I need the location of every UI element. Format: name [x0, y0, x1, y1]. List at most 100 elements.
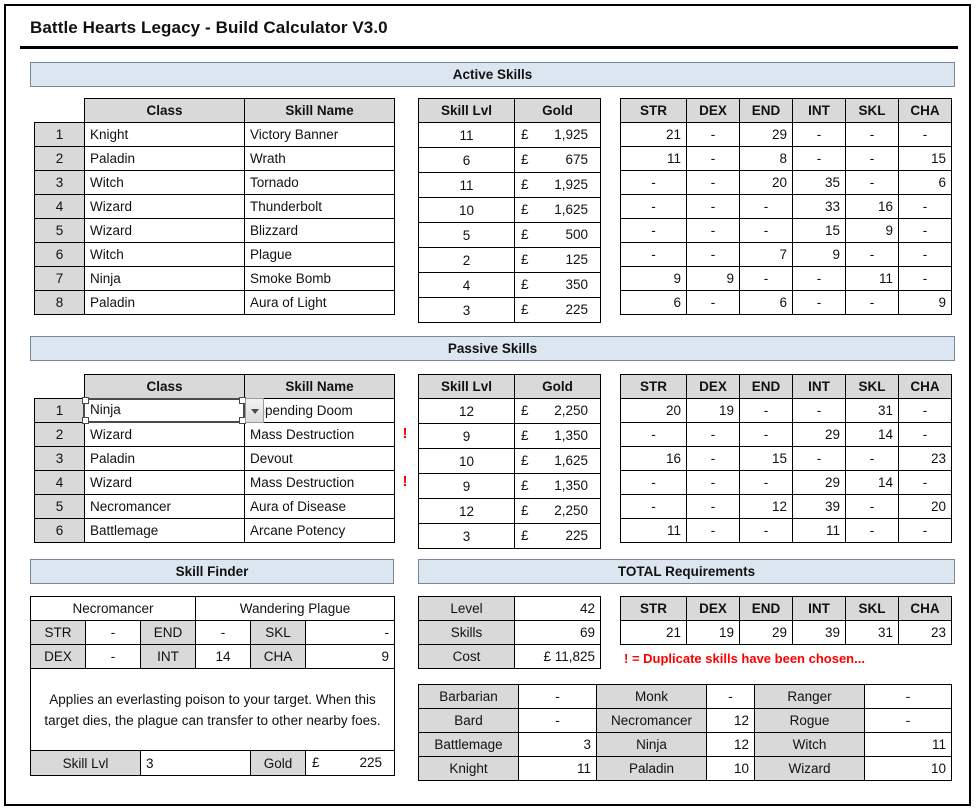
cell-stat-str: 16	[620, 446, 687, 471]
cell-stat-int: 9	[792, 242, 846, 267]
class-total-ranger: -	[864, 684, 952, 709]
total-value: £ 11,825	[514, 644, 601, 669]
table-row: 2 Paladin Wrath	[34, 146, 395, 171]
gold-amount: 350	[565, 277, 588, 292]
table-row: 6 Battlemage Arcane Potency	[34, 518, 395, 543]
cell-stat-skl: -	[845, 170, 899, 195]
gold-amount: 1,625	[554, 202, 588, 217]
cell-skill-name[interactable]: Impending Doom	[244, 398, 395, 423]
cell-skill-name[interactable]: Blizzard	[244, 218, 395, 243]
cell-skill-name[interactable]: Wrath	[244, 146, 395, 171]
cell-class[interactable]: Ninja	[84, 266, 245, 291]
skill-lvl-input[interactable]: 3	[139, 750, 252, 776]
cell-class[interactable]: Necromancer	[84, 494, 245, 519]
cell-skill-name[interactable]: Mass Destruction	[244, 470, 395, 495]
total-stat-end: 29	[739, 620, 793, 645]
passive-skills-stats-body: 20 19- -31- - - -29 14-16-15- -23- - -29 14- - -12 39…	[620, 398, 952, 543]
cell-gold: £1,925	[514, 122, 601, 148]
col-header-cha: CHA	[898, 596, 952, 621]
class-total-knight: 11	[518, 756, 597, 781]
gold-amount: 225	[359, 755, 383, 770]
cell-class[interactable]: Paladin	[84, 290, 245, 315]
cell-skill-name[interactable]: Plague	[244, 242, 395, 267]
blank-corner	[35, 375, 85, 399]
total-stat-cha: 23	[898, 620, 952, 645]
section-header-active-skills: Active Skills	[30, 62, 955, 87]
cell-class[interactable]: Wizard	[84, 422, 245, 447]
cell-stat-skl: 16	[845, 194, 899, 219]
cell-skill-lvl: 3	[418, 523, 515, 549]
gold-amount: 500	[565, 227, 588, 242]
class-total-rogue: -	[864, 708, 952, 733]
class-name-bard: Bard	[418, 708, 519, 733]
cell-gold: £225	[514, 297, 601, 323]
cell-skill-name[interactable]: Arcane Potency	[244, 518, 395, 543]
cell-stat-int: 35	[792, 170, 846, 195]
cell-stat-end: -	[739, 518, 793, 543]
cell-stat-end: 29	[739, 122, 793, 147]
currency-symbol: £	[521, 227, 529, 242]
currency-symbol: £	[521, 503, 529, 518]
cell-skill-name[interactable]: Aura of Light	[244, 290, 395, 315]
cell-skill-name[interactable]: Aura of Disease	[244, 494, 395, 519]
table-row: 11- -11- -	[620, 518, 952, 543]
table-row: 5 Wizard Blizzard	[34, 218, 395, 243]
total-stat-str: 21	[620, 620, 687, 645]
class-name-battlemage: Battlemage	[418, 732, 519, 757]
totals-summary-table: Level 42 Skills 69 Cost £ 11,825	[418, 596, 601, 669]
col-header-dex: DEX	[686, 374, 740, 399]
cell-skill-name[interactable]: Thunderbolt	[244, 194, 395, 219]
class-name-rogue: Rogue	[754, 708, 865, 733]
cell-stat-cha: 9	[898, 290, 952, 315]
cell-gold: £1,350	[514, 473, 601, 499]
cell-gold: £225	[514, 523, 601, 549]
cell-stat-int: -	[792, 290, 846, 315]
class-total-monk: -	[706, 684, 755, 709]
active-skills-name-table: Class Skill Name 1 Knight Victory Banner 2 P…	[34, 98, 395, 315]
cell-stat-str: -	[620, 470, 687, 495]
col-header-int: INT	[792, 374, 846, 399]
gold-amount: 2,250	[554, 403, 588, 418]
chevron-down-icon[interactable]	[245, 398, 264, 423]
col-header-skl: SKL	[845, 596, 899, 621]
cell-stat-skl: 9	[845, 218, 899, 243]
gold-amount: 225	[565, 302, 588, 317]
stat-label-end: END	[139, 620, 197, 645]
class-name-ninja: Ninja	[596, 732, 707, 757]
cell-skill-name[interactable]: Victory Banner	[244, 122, 395, 147]
cell-class[interactable]: Paladin	[84, 146, 245, 171]
cell-skill-name[interactable]: Smoke Bomb	[244, 266, 395, 291]
cell-class[interactable]: Knight	[84, 122, 245, 147]
cell-skill-name[interactable]: Devout	[244, 446, 395, 471]
cell-class[interactable]: Paladin	[84, 446, 245, 471]
class-name-paladin: Paladin	[596, 756, 707, 781]
cell-skill-name[interactable]: Tornado	[244, 170, 395, 195]
cell-gold: £500	[514, 222, 601, 248]
cell-class[interactable]: Wizard	[84, 194, 245, 219]
col-header-skill-name: Skill Name	[244, 98, 395, 123]
cell-class[interactable]: Battlemage	[84, 518, 245, 543]
table-row: 6 £675	[418, 147, 601, 173]
col-header-gold: Gold	[514, 374, 601, 399]
cell-stat-skl: 31	[845, 398, 899, 423]
gold-amount: 1,625	[554, 453, 588, 468]
currency-symbol: £	[521, 403, 529, 418]
total-label: Level	[418, 596, 515, 621]
col-header-end: END	[739, 98, 793, 123]
cell-class[interactable]: Witch	[84, 242, 245, 267]
duplicate-warning-icon: !	[402, 425, 408, 442]
cell-class[interactable]: Wizard	[84, 470, 245, 495]
row-number: 3	[34, 446, 85, 471]
gold-amount: 1,925	[554, 127, 588, 142]
cell-stat-dex: -	[686, 170, 740, 195]
cell-class[interactable]: Wizard	[84, 218, 245, 243]
active-skills-cost-body: 11 £1,925 6 £675 11 £1,925 10 £1,625 5 £500 2 £125 4…	[418, 122, 601, 323]
class-dropdown-cell[interactable]: Ninja	[82, 397, 246, 424]
cell-class[interactable]: Witch	[84, 170, 245, 195]
cell-stat-cha: -	[898, 422, 952, 447]
skill-description: Applies an everlasting poison to your ta…	[29, 668, 396, 751]
table-row: 12 £2,250	[418, 398, 601, 424]
cell-stat-int: -	[792, 398, 846, 423]
cell-skill-name[interactable]: Mass Destruction	[244, 422, 395, 447]
section-header-passive-skills: Passive Skills	[30, 336, 955, 361]
